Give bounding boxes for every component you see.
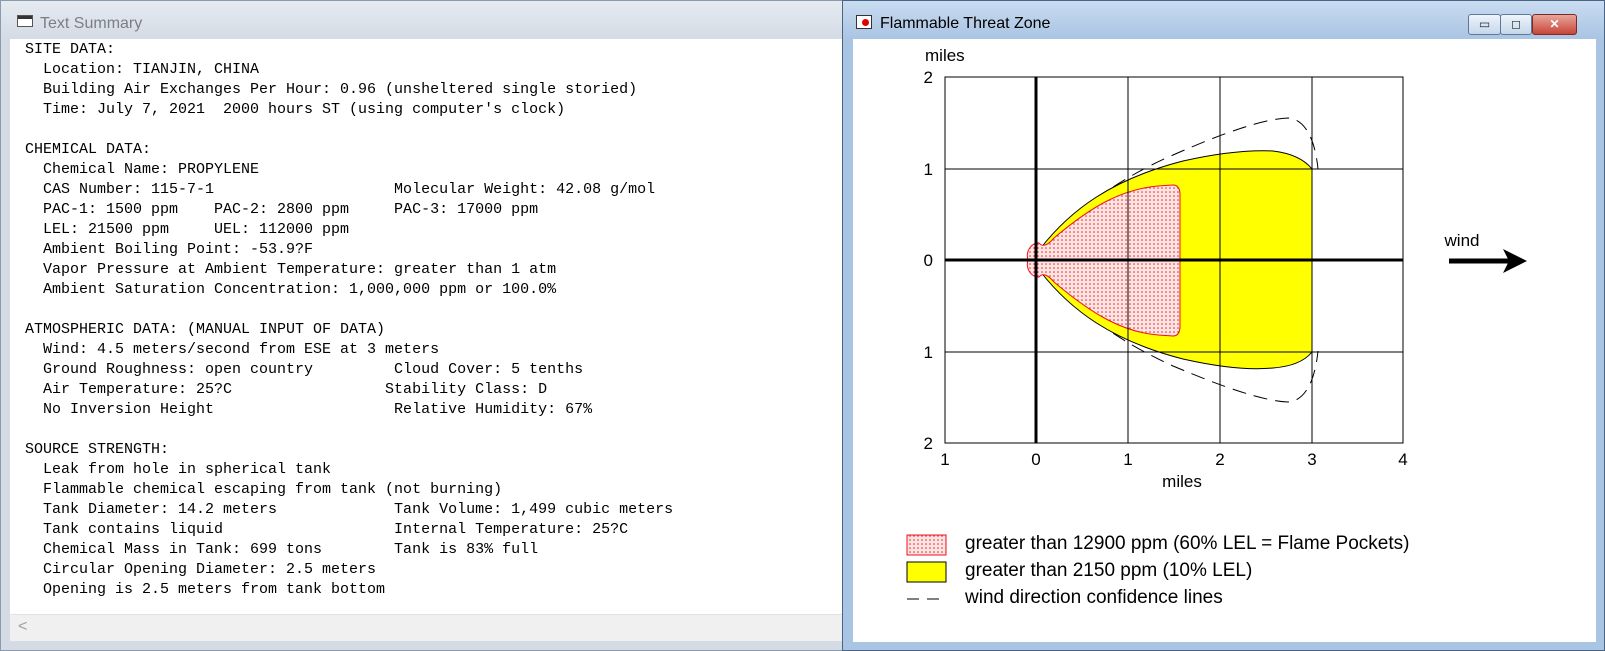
wind-arrow-icon	[1449, 249, 1527, 273]
summary-line: Chemical Mass in Tank: 699 tons Tank is …	[25, 541, 539, 558]
legend-swatch-yellow	[906, 561, 947, 583]
summary-line: SOURCE STRENGTH:	[25, 441, 170, 458]
x-tick-label: 4	[1398, 450, 1407, 469]
summary-line: Tank Diameter: 14.2 meters Tank Volume: …	[25, 501, 674, 518]
close-button[interactable]: ✕	[1532, 14, 1577, 35]
text-summary-titlebar[interactable]: Text Summary	[1, 1, 842, 39]
summary-line: Ambient Boiling Point: -53.9?F	[25, 241, 314, 258]
summary-line: No Inversion Height Relative Humidity: 6…	[25, 401, 593, 418]
summary-line: Building Air Exchanges Per Hour: 0.96 (u…	[25, 81, 638, 98]
summary-text-area[interactable]: SITE DATA: Location: TIANJIN, CHINA Buil…	[10, 39, 844, 614]
summary-line	[25, 120, 673, 140]
summary-line: Time: July 7, 2021 2000 hours ST (using …	[25, 101, 566, 118]
x-tick-label: 0	[1031, 450, 1040, 469]
summary-line: Location: TIANJIN, CHINA	[25, 61, 260, 78]
summary-line: CAS Number: 115-7-1 Molecular Weight: 42…	[25, 181, 656, 198]
minimize-button[interactable]: ▭	[1468, 14, 1501, 35]
legend: greater than 12900 ppm (60% LEL = Flame …	[906, 533, 1409, 608]
scroll-left-arrow-icon[interactable]: <	[18, 618, 27, 636]
x-tick-label: 1	[940, 450, 949, 469]
summary-line: ATMOSPHERIC DATA: (MANUAL INPUT OF DATA)	[25, 321, 386, 338]
summary-line	[25, 300, 673, 320]
legend-label-yellow: greater than 2150 ppm (10% LEL)	[965, 560, 1252, 581]
summary-text: SITE DATA: Location: TIANJIN, CHINA Buil…	[25, 40, 673, 600]
summary-line: LEL: 21500 ppm UEL: 112000 ppm	[25, 221, 350, 238]
summary-line: PAC-1: 1500 ppm PAC-2: 2800 ppm PAC-3: 1…	[25, 201, 539, 218]
legend-label-dashed: wind direction confidence lines	[964, 587, 1223, 608]
summary-line: Tank contains liquid Internal Temperatur…	[25, 521, 629, 538]
x-tick-label: 2	[1215, 450, 1224, 469]
summary-line: Ambient Saturation Concentration: 1,000,…	[25, 281, 557, 298]
threat-zone-titlebar[interactable]: Flammable Threat Zone ▭ ◻ ✕	[843, 1, 1604, 39]
x-tick-labels: 1 0 1 2 3 4	[940, 450, 1407, 469]
x-tick-label: 3	[1307, 450, 1316, 469]
summary-line: Ground Roughness: open country Cloud Cov…	[25, 361, 584, 378]
y-tick-label: 1	[924, 343, 933, 362]
y-tick-label: 2	[924, 68, 933, 87]
maximize-button[interactable]: ◻	[1500, 14, 1532, 35]
y-tick-label: 2	[924, 434, 933, 453]
wind-label: wind	[1444, 231, 1480, 250]
window-title: Text Summary	[40, 15, 143, 32]
y-tick-label: 1	[924, 160, 933, 179]
summary-line: CHEMICAL DATA:	[25, 141, 152, 158]
horizontal-scrollbar[interactable]: <	[10, 614, 844, 641]
summary-line: Air Temperature: 25?C Stability Class: D	[25, 381, 548, 398]
y-tick-labels: 2 1 0 1 2	[924, 68, 933, 453]
summary-line: Circular Opening Diameter: 2.5 meters	[25, 561, 377, 578]
y-tick-label: 0	[924, 251, 933, 270]
summary-line: SITE DATA:	[25, 41, 116, 58]
legend-label-red: greater than 12900 ppm (60% LEL = Flame …	[965, 533, 1409, 554]
summary-line: Opening is 2.5 meters from tank bottom	[25, 581, 386, 598]
text-summary-window: Text Summary SITE DATA: Location: TIANJI…	[0, 0, 844, 651]
summary-line	[25, 420, 673, 440]
summary-line: Wind: 4.5 meters/second from ESE at 3 me…	[25, 341, 440, 358]
summary-line: Chemical Name: PROPYLENE	[25, 161, 260, 178]
window-icon	[17, 15, 33, 27]
x-axis-unit-label: miles	[1162, 472, 1202, 491]
window-title: Flammable Threat Zone	[880, 15, 1051, 32]
threat-zone-window: Flammable Threat Zone ▭ ◻ ✕ miles 2 1 0 …	[842, 0, 1605, 651]
threat-zone-plot: miles 21012 101234 miles wind greater th…	[906, 46, 1527, 608]
x-tick-label: 1	[1123, 450, 1132, 469]
summary-line: Flammable chemical escaping from tank (n…	[25, 481, 503, 498]
y-axis-unit-label: miles	[925, 46, 965, 65]
window-icon	[856, 15, 872, 29]
threat-zone-plot-area: miles 21012 101234 miles wind greater th…	[853, 39, 1596, 642]
legend-swatch-red	[906, 534, 947, 556]
summary-line: Leak from hole in spherical tank	[25, 461, 332, 478]
summary-line: Vapor Pressure at Ambient Temperature: g…	[25, 261, 557, 278]
